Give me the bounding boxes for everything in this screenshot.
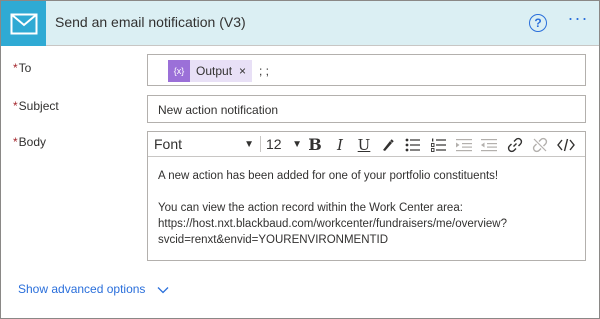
bullet-list-icon[interactable]	[402, 134, 424, 155]
body-line: https://host.nxt.blackbaud.com/workcente…	[158, 218, 507, 230]
body-line: You can view the action record within th…	[158, 202, 463, 214]
font-size-select[interactable]: 12 ▼	[266, 136, 302, 154]
mail-envelope-icon	[1, 1, 46, 46]
help-icon[interactable]: ?	[529, 14, 547, 32]
advanced-label: Show advanced options	[18, 282, 146, 296]
toolbar-divider	[260, 136, 261, 152]
expression-icon: {x}	[168, 60, 190, 82]
body-editor[interactable]: Font ▼ 12 ▼ B I U A new action has been …	[147, 131, 586, 261]
caret-down-icon: ▼	[244, 139, 254, 150]
link-icon[interactable]	[504, 134, 526, 155]
body-label: *Body	[13, 135, 46, 149]
body-label-text: Body	[18, 135, 47, 149]
subject-field[interactable]: New action notification	[147, 95, 586, 123]
italic-icon[interactable]: I	[329, 134, 351, 155]
email-action-card: Send an email notification (V3) ? ··· *T…	[0, 0, 600, 319]
bold-icon[interactable]: B	[304, 134, 326, 155]
more-options-icon[interactable]: ···	[566, 9, 590, 33]
subject-label: *Subject	[13, 99, 59, 113]
font-select-value: Font	[154, 136, 183, 152]
unlink-icon[interactable]	[529, 134, 551, 155]
font-size-value: 12	[266, 136, 282, 152]
subject-label-text: Subject	[18, 99, 59, 113]
highlight-icon[interactable]	[377, 134, 399, 155]
to-label-text: To	[18, 61, 32, 75]
underline-icon[interactable]: U	[353, 134, 375, 155]
action-title: Send an email notification (V3)	[55, 14, 246, 30]
caret-down-icon: ▼	[292, 139, 302, 150]
token-label: Output	[196, 64, 233, 78]
body-line: A new action has been added for one of y…	[158, 170, 499, 182]
to-field[interactable]: {x} Output × ; ;	[147, 54, 586, 86]
body-line: svcid=renxt&envid=YOURENVIRONMENTID	[158, 234, 389, 246]
close-icon[interactable]: ×	[239, 64, 246, 78]
action-header[interactable]: Send an email notification (V3) ? ···	[1, 1, 599, 46]
rich-text-toolbar: Font ▼ 12 ▼ B I U	[148, 132, 585, 157]
required-marker: *	[13, 61, 18, 75]
required-marker: *	[13, 135, 18, 149]
to-field-text: ; ;	[259, 64, 270, 78]
numbered-list-icon[interactable]	[428, 134, 450, 155]
increase-indent-icon[interactable]	[453, 134, 475, 155]
required-marker: *	[13, 99, 18, 113]
chevron-down-icon	[157, 283, 169, 297]
code-view-icon[interactable]	[555, 134, 577, 155]
to-label: *To	[13, 61, 31, 75]
font-select[interactable]: Font ▼	[154, 136, 258, 154]
body-content[interactable]: A new action has been added for one of y…	[158, 168, 578, 248]
show-advanced-options-link[interactable]: Show advanced options	[18, 282, 169, 297]
decrease-indent-icon[interactable]	[478, 134, 500, 155]
output-token[interactable]: {x} Output ×	[168, 60, 253, 82]
